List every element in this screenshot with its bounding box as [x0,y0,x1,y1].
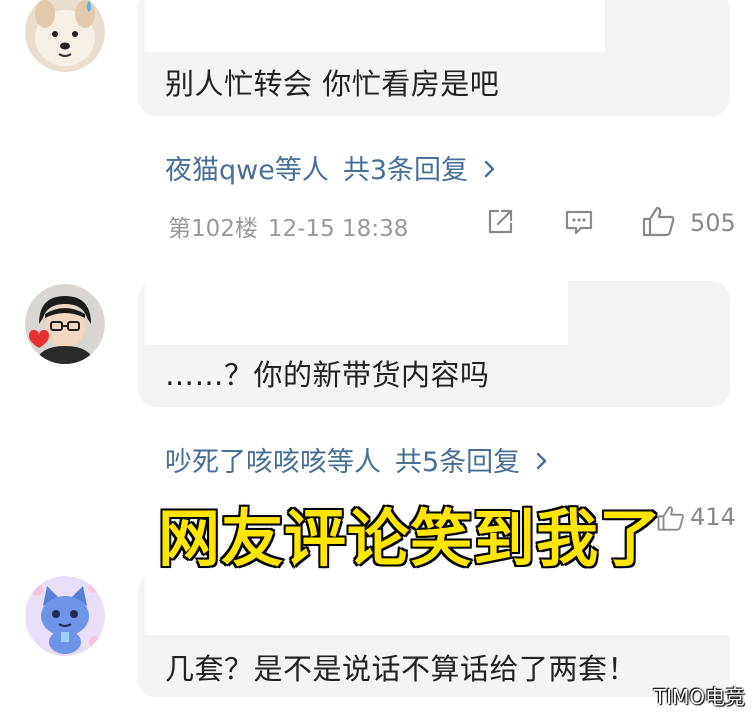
reply-users-2: 吵死了咳咳咳等人 [165,447,381,478]
comment-feed: 别人忙转会 你忙看房是吧 夜猫qwe等人 共3条回复 第102楼 12-15 18:… [0,0,755,720]
timestamp-1: 12-15 18:38 [267,216,409,242]
comment-meta-1: 第102楼 12-15 18:38 [168,209,408,243]
user-glasses-avatar-image [25,284,105,364]
reply-count-1: 共3条回复 [342,155,469,186]
comment-icon [565,210,593,235]
image-block-placeholder-3 [145,573,730,635]
reply-summary-link-2[interactable]: 吵死了咳咳咳等人 共5条回复 [165,440,551,479]
reply-users-1: 夜猫qwe等人 [165,155,329,186]
image-block-placeholder-1 [145,0,605,52]
like-button-1[interactable] [641,204,677,242]
chevron-right-icon [484,160,494,178]
like-count-1: 505 [690,209,736,237]
reply-summary-link-1[interactable]: 夜猫qwe等人 共3条回复 [165,148,499,187]
floor-number-1: 第102楼 [168,216,258,242]
avatar-cartoon-cat[interactable] [25,576,105,656]
overlay-caption: 网友评论笑到我了 [156,501,662,577]
like-count-2: 414 [690,503,736,531]
cartoon-cat-avatar-image [25,576,105,656]
reply-button-1[interactable] [563,206,595,242]
avatar-dog[interactable] [25,0,105,72]
watermark-text: TIMO电竞 [653,685,745,709]
dog-avatar-image [25,0,105,72]
comment-text-3: 几套？是不是说话不算话给了两套！ [165,652,638,686]
chevron-right-icon [536,452,546,470]
comment-text-1: 别人忙转会 你忙看房是吧 [165,67,500,101]
avatar-user-glasses[interactable] [25,284,105,364]
image-block-placeholder-2 [145,281,568,345]
thumbs-up-icon [642,206,675,237]
share-icon [488,209,513,234]
reply-count-2: 共5条回复 [395,447,521,478]
share-button-1[interactable] [484,206,516,242]
comment-text-2: ……？你的新带货内容吗 [165,358,490,392]
